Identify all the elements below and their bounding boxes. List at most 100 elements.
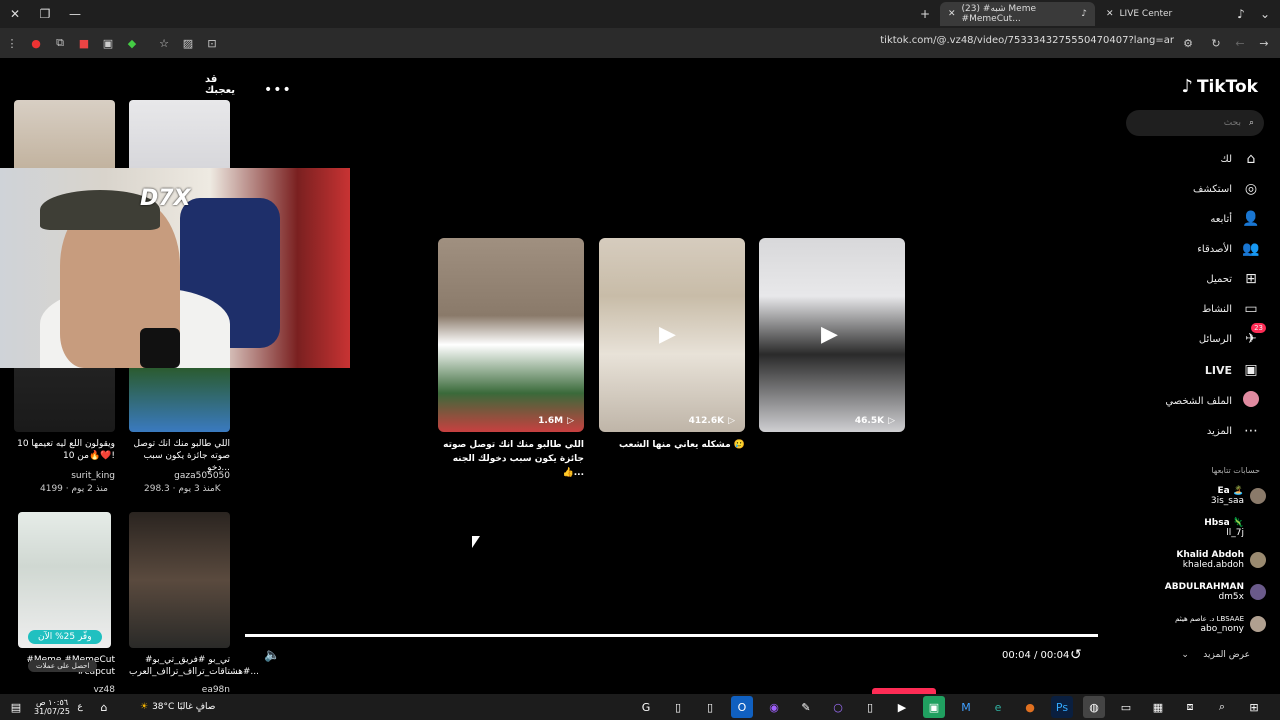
minimize-window-icon[interactable]: — (60, 0, 90, 28)
extension-icon[interactable]: ● (24, 31, 48, 55)
extensions-puzzle-icon[interactable]: ⧉ (48, 31, 72, 55)
adblock-icon[interactable]: ■ (72, 31, 96, 55)
task-view-icon[interactable]: ⧈ (1179, 696, 1201, 718)
related-video-card[interactable]: 1.6M ▷ (438, 238, 584, 432)
star-bookmark-icon[interactable]: ☆ (152, 31, 176, 55)
account-handle: ll_7j (1226, 528, 1244, 538)
app-icon[interactable]: ● (1019, 696, 1041, 718)
following-account[interactable]: Ea 🏝️ 3is_saa (1211, 486, 1266, 506)
replay-icon[interactable]: ↺ (1070, 647, 1082, 663)
related-video-card[interactable]: ▶ 46.5K ▷ (759, 238, 905, 432)
account-handle: khaled.abdoh (1182, 560, 1244, 570)
promo-badge[interactable]: وفّر 25% الآن (28, 630, 102, 644)
file-icon[interactable]: ▯ (667, 696, 689, 718)
sidebar-item-messages[interactable]: الرسائل ✈ 23 (1199, 323, 1266, 350)
avatar (1250, 584, 1266, 600)
view-count: 46.5K ▷ (855, 416, 895, 426)
app-icon[interactable]: ◉ (763, 696, 785, 718)
tab-tiktok-video[interactable]: ✕ (23) #شبه Meme #MemeCut... ♪ (940, 2, 1095, 26)
sidebar-item-label: المزيد (1206, 425, 1232, 437)
tab-label: LIVE Center (1119, 9, 1173, 19)
sidebar-item-more[interactable]: المزيد ⋯ (1207, 420, 1260, 442)
app-icon[interactable]: ▣ (923, 696, 945, 718)
following-account[interactable]: Hbsa 🦎 ll_7j (1204, 518, 1266, 538)
get-coins-button[interactable]: احصل على عملات (28, 660, 98, 672)
app-icon[interactable]: ○ (827, 696, 849, 718)
suggestion-author[interactable]: vz48 (14, 684, 115, 694)
profile-avatar-icon (1242, 391, 1260, 411)
clock-date: 31/07/25 (34, 707, 70, 716)
back-icon[interactable]: → (1252, 31, 1276, 55)
edge-icon[interactable]: e (987, 696, 1009, 718)
weather-widget[interactable]: ☀ 38°C صافٍ غالبًا (140, 702, 215, 712)
sidebar-item-explore[interactable]: استكشف ◎ (1193, 178, 1260, 200)
file-icon[interactable]: ▯ (699, 696, 721, 718)
windows-start-icon[interactable]: ⊞ (1243, 696, 1265, 718)
more-options-icon[interactable]: ••• (264, 82, 292, 98)
following-account[interactable]: Khalid Abdoh khaled.abdoh (1176, 550, 1266, 570)
suggestion-thumbnail[interactable] (129, 512, 230, 648)
suggestion-caption[interactable]: #تي_بو #فريق_تي_بو #هشتاقات_ترااف_ترااف_… (129, 654, 259, 678)
related-video-title[interactable]: مشكله يعاني منها الشعب 🥲 (599, 438, 745, 452)
chevron-down-icon[interactable]: ⌄ (1250, 0, 1280, 28)
extension-icon[interactable]: ▣ (96, 31, 120, 55)
app-icon[interactable]: G (635, 696, 657, 718)
extension-icon[interactable]: ◆ (120, 31, 144, 55)
media-player-icon[interactable]: ▶ (891, 696, 913, 718)
suggestion-author[interactable]: ea98n (129, 684, 230, 694)
tiktok-logo[interactable]: ♪ TikTok (1181, 76, 1258, 97)
app-icon[interactable]: ✎ (795, 696, 817, 718)
see-more-link[interactable]: ⌄ عرض المزيد (1181, 650, 1250, 660)
related-video-title[interactable]: اللي طالبو منك انك توصل صوته جائزة يكون … (438, 438, 584, 480)
restore-window-icon[interactable]: ❐ (30, 0, 60, 28)
sidebar-item-live[interactable]: LIVE ▣ (1205, 359, 1260, 381)
app-icon[interactable]: ▭ (1115, 696, 1137, 718)
sidebar-item-friends[interactable]: الأصدقاء 👥 (1197, 238, 1260, 260)
network-icon[interactable]: ⌂ (93, 696, 115, 718)
suggestion-caption[interactable]: ويقولون اللع ليه تعيمها 10 من 10🔥❤️! (14, 438, 115, 462)
search-icon[interactable]: ⌕ (1249, 118, 1254, 128)
sidebar-item-activity[interactable]: النشاط ▭ (1202, 298, 1260, 320)
sidebar-item-following[interactable]: أتابعه 👤 (1210, 208, 1260, 230)
input-language[interactable]: ع (72, 702, 88, 712)
play-icon: ▷ (888, 416, 895, 426)
search-input[interactable]: بحث ⌕ (1126, 110, 1264, 136)
close-window-icon[interactable]: ✕ (0, 0, 30, 28)
outlook-icon[interactable]: O (731, 696, 753, 718)
install-app-icon[interactable]: ⊡ (200, 31, 224, 55)
suggestion-author[interactable]: gaza505050 (129, 470, 230, 482)
clock[interactable]: ١٠:٥٦ ص 31/07/25 (32, 698, 72, 716)
search-icon[interactable]: ⌕ (1211, 696, 1233, 718)
file-icon[interactable]: ▯ (859, 696, 881, 718)
video-progress-bar[interactable] (245, 634, 1098, 637)
upload-icon: ⊞ (1245, 271, 1257, 287)
menu-dots-icon[interactable]: ⋮ (0, 31, 24, 55)
following-account[interactable]: ABDULRAHMAN dm5x (1165, 582, 1266, 602)
sidebar-item-label: لك (1220, 153, 1232, 165)
reload-icon[interactable]: ↻ (1204, 31, 1228, 55)
photoshop-icon[interactable]: Ps (1051, 696, 1073, 718)
chrome-icon[interactable]: ◍ (1083, 696, 1105, 718)
avatar (1250, 616, 1266, 632)
sidebar-item-upload[interactable]: تحميل ⊞ (1206, 268, 1260, 290)
site-settings-icon[interactable]: ⚙ (1176, 31, 1200, 55)
sidebar-item-profile[interactable]: الملف الشخصي (1165, 390, 1260, 412)
suggestion-author[interactable]: surit_king (14, 470, 115, 482)
forward-icon[interactable]: ← (1228, 31, 1252, 55)
volume-icon[interactable]: 🔈 (264, 648, 280, 663)
notification-icon[interactable]: ▤ (5, 696, 27, 718)
related-video-card[interactable]: ▶ 412.6K ▷ (599, 238, 745, 432)
screenshot-icon[interactable]: ▨ (176, 31, 200, 55)
suggestion-thumbnail[interactable] (18, 512, 111, 648)
suggestion-caption[interactable]: اللي طالبو منك انك توصل صوته جائزة يكون … (129, 438, 230, 474)
tab-close-icon[interactable]: ✕ (948, 9, 956, 19)
compass-icon: ◎ (1244, 181, 1258, 197)
sidebar-item-label: النشاط (1201, 303, 1232, 315)
new-tab-button[interactable]: + (910, 0, 940, 28)
sidebar-item-foryou[interactable]: لك ⌂ (1221, 148, 1260, 170)
following-account[interactable]: د. عاصم هيثم LBSAAE abo_nony (1175, 614, 1266, 634)
tab-close-icon[interactable]: ✕ (1106, 9, 1114, 19)
file-explorer-icon[interactable]: ▦ (1147, 696, 1169, 718)
url-field[interactable]: tiktok.com/@.vz48/video/7533343275550470… (880, 35, 1174, 46)
app-icon[interactable]: M (955, 696, 977, 718)
